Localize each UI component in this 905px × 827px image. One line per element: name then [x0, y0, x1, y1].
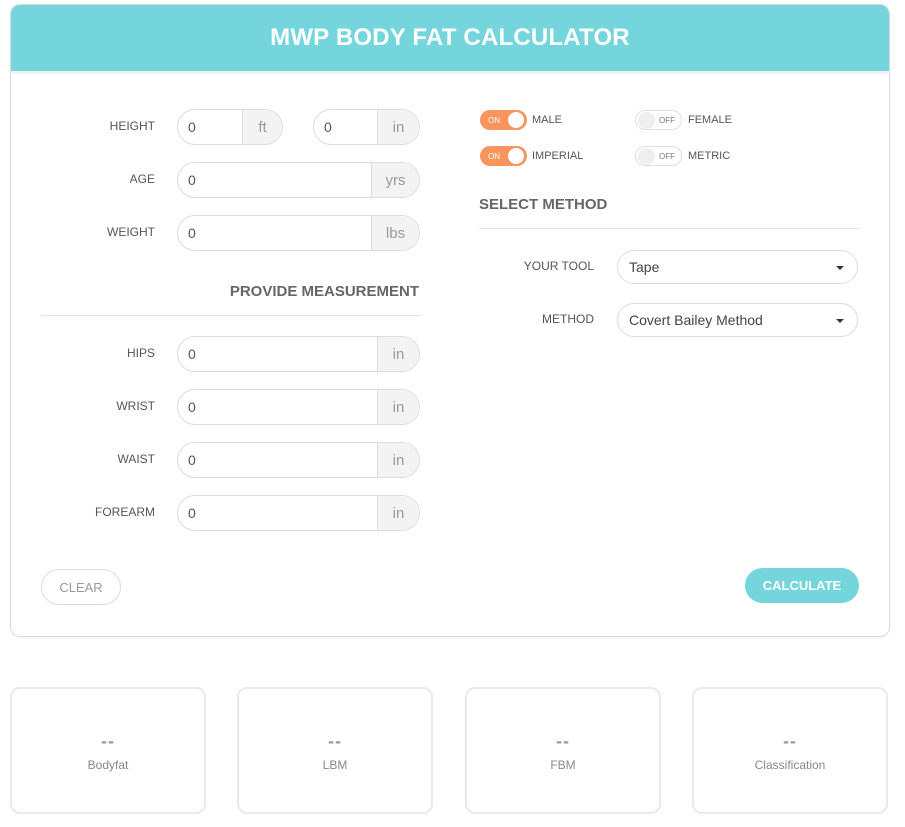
waist-unit: in	[377, 443, 419, 477]
wrist-label: WRIST	[116, 399, 155, 413]
method-label: METHOD	[542, 312, 594, 326]
bodyfat-label: Bodyfat	[87, 758, 129, 772]
age-label: AGE	[129, 172, 155, 186]
select-method-divider	[479, 228, 859, 229]
tool-label: YOUR TOOL	[523, 259, 594, 273]
calculator-header: MWP BODY FAT CALCULATOR	[11, 5, 889, 74]
weight-label: WEIGHT	[107, 225, 155, 239]
classification-value: --	[783, 731, 797, 751]
result-card-lbm: -- LBM	[237, 687, 433, 814]
age-input[interactable]	[178, 163, 371, 197]
height-in-group: in	[313, 109, 420, 145]
waist-input[interactable]	[178, 443, 377, 477]
hips-label: HIPS	[126, 346, 155, 360]
weight-group: lbs	[177, 215, 420, 251]
measurement-divider	[41, 315, 421, 316]
forearm-group: in	[177, 495, 420, 531]
weight-input[interactable]	[178, 216, 371, 250]
toggle-knob	[638, 148, 655, 165]
forearm-input[interactable]	[178, 496, 377, 530]
calculate-button[interactable]: CALCULATE	[745, 568, 859, 603]
metric-toggle-state: OFF	[659, 151, 675, 161]
method-select-value: Covert Bailey Method	[629, 312, 763, 328]
male-toggle[interactable]: ON	[480, 110, 527, 130]
female-label: FEMALE	[688, 114, 733, 126]
forearm-unit: in	[377, 496, 419, 530]
result-card-fbm: -- FBM	[465, 687, 661, 814]
height-ft-unit: ft	[242, 110, 282, 144]
female-toggle[interactable]: OFF	[635, 110, 682, 130]
male-toggle-state: ON	[488, 115, 500, 125]
toggle-knob	[508, 112, 524, 128]
waist-label: WAIST	[117, 452, 155, 466]
classification-label: Classification	[754, 758, 826, 772]
wrist-unit: in	[377, 390, 419, 424]
clear-button[interactable]: CLEAR	[41, 569, 121, 605]
bodyfat-value: --	[101, 731, 115, 751]
tool-select[interactable]: Tape	[617, 250, 858, 284]
female-toggle-state: OFF	[659, 115, 675, 125]
height-in-unit: in	[377, 110, 419, 144]
toggle-knob	[638, 112, 655, 129]
lbm-label: LBM	[322, 758, 348, 772]
result-card-classification: -- Classification	[692, 687, 888, 814]
height-label: HEIGHT	[109, 119, 155, 133]
waist-group: in	[177, 442, 420, 478]
fbm-value: --	[556, 731, 570, 751]
imperial-toggle[interactable]: ON	[480, 146, 527, 166]
age-group: yrs	[177, 162, 420, 198]
metric-label: METRIC	[688, 150, 731, 162]
weight-unit: lbs	[371, 216, 419, 250]
tool-select-value: Tape	[629, 259, 660, 275]
select-method-title: SELECT METHOD	[479, 196, 608, 213]
page-title: MWP BODY FAT CALCULATOR	[270, 24, 630, 51]
metric-toggle[interactable]: OFF	[635, 146, 682, 166]
chevron-down-icon	[836, 319, 844, 323]
height-ft-input[interactable]	[178, 110, 242, 144]
forearm-label: FOREARM	[95, 505, 155, 519]
result-card-bodyfat: -- Bodyfat	[10, 687, 206, 814]
measurement-title: PROVIDE MEASUREMENT	[229, 283, 419, 300]
toggle-knob	[508, 148, 524, 164]
imperial-toggle-state: ON	[488, 151, 500, 161]
wrist-input[interactable]	[178, 390, 377, 424]
hips-unit: in	[377, 337, 419, 371]
lbm-value: --	[328, 731, 342, 751]
hips-group: in	[177, 336, 420, 372]
height-ft-group: ft	[177, 109, 283, 145]
method-select[interactable]: Covert Bailey Method	[617, 303, 858, 337]
hips-input[interactable]	[178, 337, 377, 371]
height-in-input[interactable]	[314, 110, 377, 144]
imperial-label: IMPERIAL	[532, 150, 584, 162]
male-label: MALE	[532, 114, 562, 126]
wrist-group: in	[177, 389, 420, 425]
fbm-label: FBM	[550, 758, 576, 772]
chevron-down-icon	[836, 266, 844, 270]
age-unit: yrs	[371, 163, 419, 197]
